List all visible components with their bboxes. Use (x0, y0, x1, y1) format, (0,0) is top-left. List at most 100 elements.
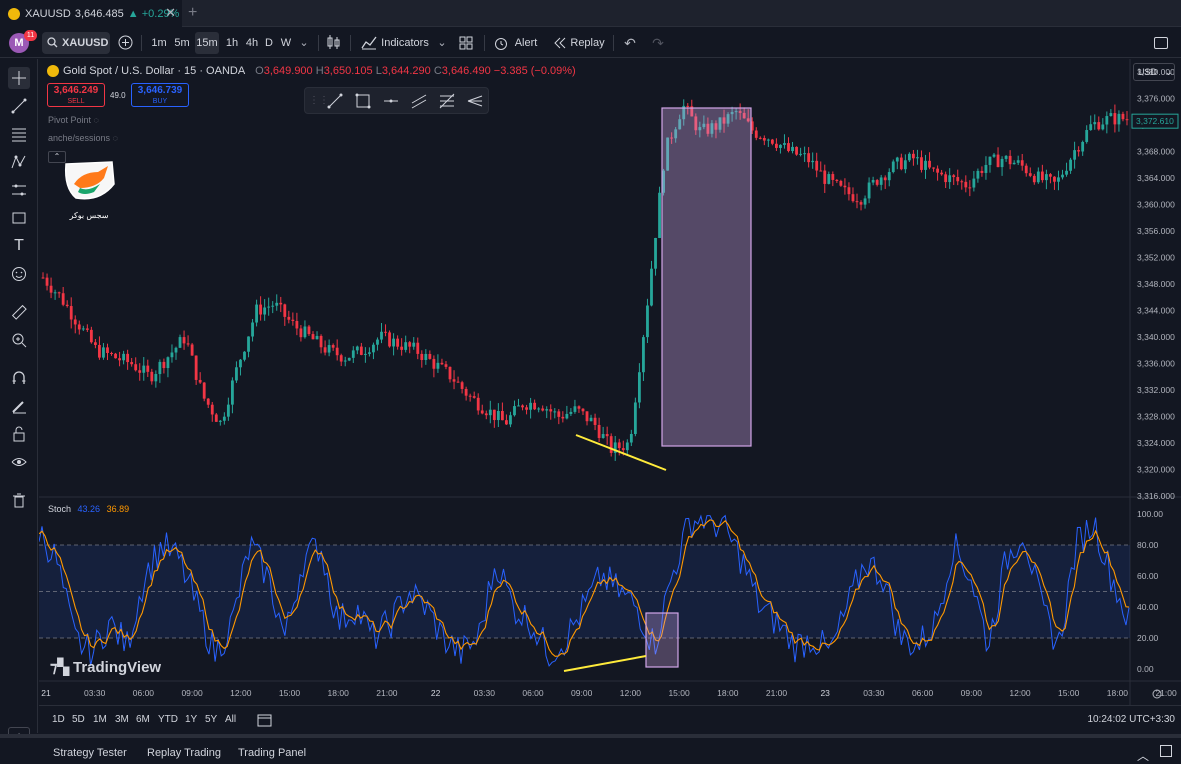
candle-body (416, 342, 420, 354)
range-1d[interactable]: 1D (52, 714, 65, 725)
range-ytd[interactable]: YTD (158, 714, 178, 725)
interval-d[interactable]: D (263, 32, 275, 54)
eye-icon[interactable] (8, 451, 30, 473)
fullscreen-icon[interactable] (1154, 37, 1168, 49)
tab-xauusd[interactable]: XAUUSD 3,646.485 ▲ +0.29% ✕ (0, 0, 182, 27)
pattern-icon[interactable] (8, 151, 30, 173)
candle-body (883, 177, 887, 181)
bottom-panel-tabs: Strategy Tester Replay Trading Trading P… (0, 734, 1181, 764)
range-5y[interactable]: 5Y (205, 714, 217, 725)
horizontal-line-icon[interactable] (383, 93, 399, 109)
drag-handle-icon[interactable]: ⋮⋮ (309, 95, 329, 106)
ruler-icon[interactable] (8, 301, 30, 323)
close-value: 3,646.490 (441, 65, 491, 77)
trend-line-icon[interactable] (327, 93, 343, 109)
undo-icon[interactable]: ↶ (622, 32, 638, 54)
fib-icon[interactable] (439, 93, 455, 109)
candle-body (247, 336, 250, 352)
candle-body (93, 342, 97, 345)
range-5d[interactable]: 5D (72, 714, 85, 725)
rectangle-icon[interactable] (355, 93, 371, 109)
separator (484, 35, 485, 51)
candle-body (895, 157, 899, 162)
interval-15m[interactable]: 15m (195, 32, 219, 54)
eye-off-icon[interactable]: ◌ (94, 115, 99, 125)
candle-body (1053, 176, 1056, 182)
price-axis: 3,380.0003,376.0003,372.0003,368.0003,36… (1131, 67, 1179, 501)
symbol-search-button[interactable]: XAUUSD (42, 32, 110, 54)
interval-4h[interactable]: 4h (243, 32, 261, 54)
candle-body (928, 160, 931, 168)
pitchfork-icon[interactable] (467, 93, 483, 109)
alert-button[interactable]: Alert (512, 32, 540, 54)
trash-icon[interactable] (8, 489, 30, 511)
new-tab-icon[interactable]: + (188, 4, 197, 22)
alarm-clock-icon (495, 38, 507, 50)
chevron-down-icon[interactable]: ⌄ (436, 32, 448, 54)
currency-selector[interactable]: USD ⌄ (1133, 63, 1175, 81)
chart-area[interactable]: 3,380.0003,376.0003,372.0003,368.0003,36… (39, 59, 1181, 705)
candle-body (158, 361, 162, 375)
indicators-button[interactable]: Indicators (380, 32, 430, 54)
rectangle-icon[interactable] (8, 207, 30, 229)
layouts-icon[interactable] (459, 36, 473, 50)
candle-body (899, 157, 903, 170)
candle-body (339, 355, 343, 362)
pencil-lock-icon[interactable] (8, 395, 30, 417)
sell-button[interactable]: 3,646.249 SELL (47, 83, 105, 107)
interval-w[interactable]: W (279, 32, 293, 54)
close-tab-icon[interactable]: ✕ (165, 5, 176, 21)
candles-icon[interactable] (326, 35, 341, 50)
fib-retracement-icon[interactable] (8, 123, 30, 145)
interval-5m[interactable]: 5m (172, 32, 192, 54)
tab-strategy-tester[interactable]: Strategy Tester (53, 747, 127, 759)
price-tick-label: 3,320.000 (1137, 465, 1175, 475)
brand-text: TradingView (73, 658, 162, 676)
interval-1h[interactable]: 1h (223, 32, 241, 54)
eye-off-icon[interactable]: ◌ (113, 133, 118, 143)
replay-button[interactable]: Replay (570, 32, 605, 54)
candle-body (1036, 171, 1040, 183)
logo-text: سجس بوکر (69, 211, 109, 220)
candle-body (658, 192, 661, 238)
range-1m[interactable]: 1M (93, 714, 107, 725)
range-1y[interactable]: 1Y (185, 714, 197, 725)
trend-line-icon[interactable] (8, 95, 30, 117)
forecast-icon[interactable] (8, 179, 30, 201)
range-all[interactable]: All (225, 714, 236, 725)
chevron-up-icon[interactable]: ︿ (1137, 747, 1149, 764)
zoom-in-icon[interactable] (8, 329, 30, 351)
candle-body (283, 304, 287, 317)
candle-body (444, 364, 448, 367)
candle-body (633, 402, 637, 434)
stoch-tick-label: 60.00 (1137, 571, 1159, 581)
buy-button[interactable]: 3,646.739 BUY (131, 83, 189, 107)
chevron-down-icon[interactable]: ⌄ (297, 32, 311, 54)
crosshair-icon[interactable] (8, 67, 30, 89)
text-icon[interactable]: T (8, 235, 30, 257)
interval-1m[interactable]: 1m (150, 32, 168, 54)
candle-body (287, 316, 291, 320)
legend-ohlc: O3,649.900 H3,650.105 L3,644.290 C3,646.… (255, 65, 576, 77)
candle-body (1028, 173, 1032, 176)
candle-body (372, 344, 375, 353)
range-6m[interactable]: 6M (136, 714, 150, 725)
emoji-icon[interactable] (8, 263, 30, 285)
range-3m[interactable]: 3M (115, 714, 129, 725)
tab-trading-panel[interactable]: Trading Panel (238, 747, 306, 759)
indicator-pivot[interactable]: Pivot Point ◌ (48, 115, 99, 125)
compare-symbol-icon[interactable] (118, 35, 133, 50)
date-range-icon[interactable] (257, 713, 272, 727)
candle-body (827, 174, 831, 184)
magnet-icon[interactable] (8, 367, 30, 389)
clock[interactable]: 10:24:02 UTC+3:30 (1087, 714, 1175, 725)
indicator-sessions[interactable]: anche/sessions ◌ (48, 133, 118, 143)
redo-icon[interactable]: ↷ (650, 32, 666, 54)
maximize-icon[interactable] (1160, 745, 1172, 757)
tab-replay-trading[interactable]: Replay Trading (147, 747, 221, 759)
lock-icon[interactable] (8, 423, 30, 445)
price-tick-label: 3,336.000 (1137, 359, 1175, 369)
parallel-channel-icon[interactable] (411, 93, 427, 109)
candle-body (400, 346, 404, 350)
candle-body (577, 406, 581, 409)
